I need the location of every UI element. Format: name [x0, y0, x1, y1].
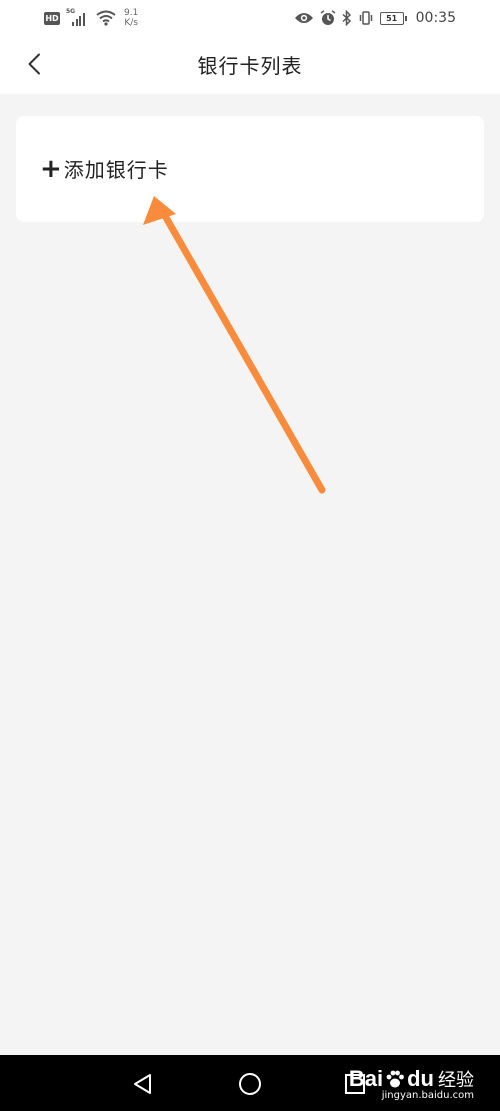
- paw-icon: [386, 1070, 405, 1087]
- add-bank-card-button[interactable]: + 添加银行卡: [16, 116, 484, 222]
- watermark-product: 经验: [438, 1069, 474, 1091]
- nav-home-button[interactable]: [235, 1069, 265, 1099]
- page-title: 银行卡列表: [197, 54, 303, 78]
- home-circle-icon: [239, 1073, 261, 1095]
- system-nav-bar: Bai du 经验 jingyan.baidu.com: [0, 1055, 500, 1111]
- battery-level: 51: [386, 13, 398, 23]
- hd-icon: HD: [44, 11, 60, 25]
- plus-icon: +: [40, 153, 62, 184]
- speed-unit: K/s: [124, 18, 138, 28]
- network-speed: 9.1 K/s: [124, 8, 138, 28]
- battery-icon: 51: [379, 11, 407, 25]
- watermark-brand-left: Bai: [348, 1065, 384, 1091]
- watermark-brand-right: du: [407, 1065, 434, 1091]
- status-time: 00:35: [415, 10, 456, 26]
- vibrate-icon: [359, 11, 372, 25]
- status-left: HD 5G 9.1 K/s: [44, 6, 138, 30]
- nav-back-button[interactable]: [128, 1069, 158, 1099]
- bluetooth-icon: [342, 10, 351, 26]
- add-bank-card-row: + 添加银行卡: [40, 154, 169, 183]
- baidu-jingyan-watermark: Bai du 经验 jingyan.baidu.com: [349, 1059, 474, 1107]
- status-right: 51 00:35: [294, 6, 456, 30]
- speed-value: 9.1: [124, 8, 139, 18]
- status-bar: HD 5G 9.1 K/s 51 00:35: [0, 0, 500, 36]
- eye-icon: [294, 13, 313, 23]
- signal-icon: 5G: [66, 8, 90, 26]
- watermark-url: jingyan.baidu.com: [381, 1089, 474, 1101]
- add-bank-card-label: 添加银行卡: [63, 158, 169, 182]
- alarm-icon: [320, 10, 336, 25]
- page-header: 银行卡列表: [0, 36, 500, 94]
- wifi-icon: [96, 10, 116, 26]
- back-triangle-icon: [134, 1074, 151, 1094]
